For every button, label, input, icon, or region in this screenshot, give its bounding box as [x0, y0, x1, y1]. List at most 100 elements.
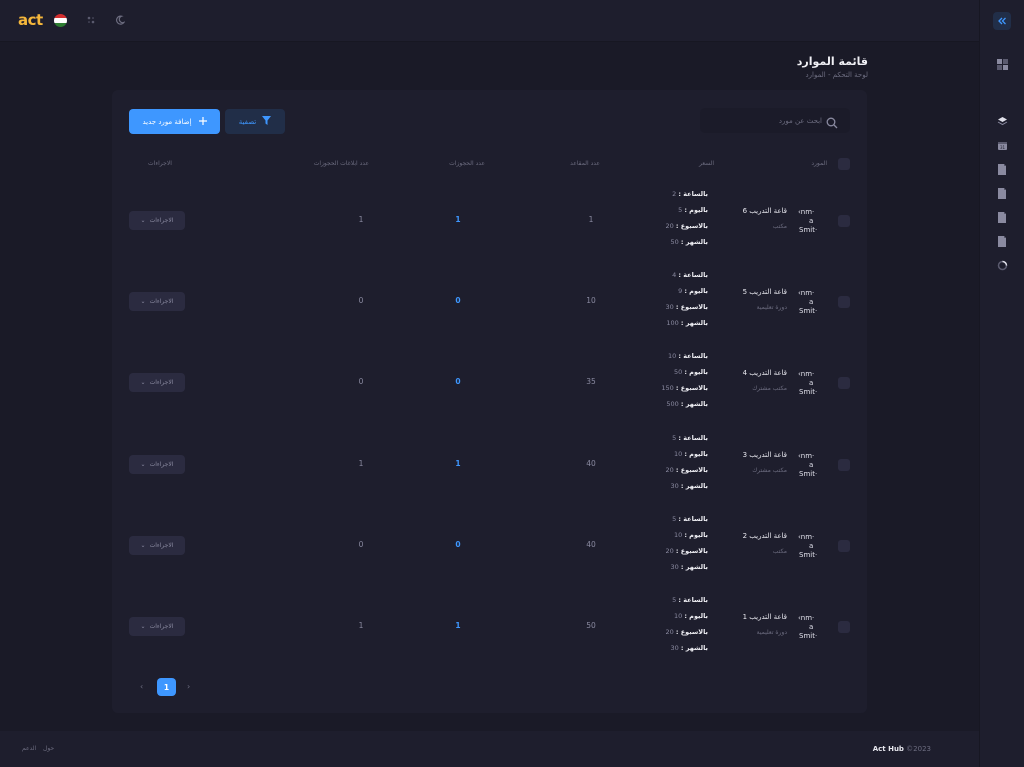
bookings-count[interactable]: 0	[448, 296, 468, 305]
sidebar: 31	[979, 0, 1024, 767]
footer-link-support[interactable]: الدعم	[22, 745, 36, 752]
table-row: ‹nm· a Smit· قاعة التدريب 4 مكتب مشترك بال…	[112, 342, 867, 423]
price-hour: بالساعة : 5	[672, 434, 708, 442]
filter-button[interactable]: تصفية	[225, 109, 285, 134]
column-header-resource[interactable]: المورد	[811, 160, 827, 167]
plus-icon	[198, 116, 207, 127]
bookings-count[interactable]: 1	[448, 621, 468, 630]
column-header-price[interactable]: السعر	[699, 160, 714, 167]
resource-name[interactable]: قاعة التدريب 1	[743, 613, 787, 621]
resource-name[interactable]: قاعة التدريب 3	[743, 451, 787, 459]
avatar: ‹nm· a Smit·	[798, 289, 818, 315]
breadcrumb-separator: -	[827, 71, 831, 79]
actions-dropdown-button[interactable]: الاجراءات ⌄	[129, 373, 185, 392]
resource-name[interactable]: قاعة التدريب 6	[743, 207, 787, 215]
add-resource-button[interactable]: إضافة مورد جديد	[129, 109, 220, 134]
dark-mode-icon[interactable]	[113, 13, 127, 27]
resource-name[interactable]: قاعة التدريب 4	[743, 369, 787, 377]
pagination-next[interactable]: ›	[187, 682, 190, 691]
resource-name[interactable]: قاعة التدريب 5	[743, 288, 787, 296]
actions-dropdown-button[interactable]: الاجراءات ⌄	[129, 536, 185, 555]
resources-card: إضافة مورد جديد تصفية المورد السعر عدد ا…	[112, 90, 867, 713]
bookings-count[interactable]: 1	[448, 215, 468, 224]
price-day: باليوم : 10	[673, 612, 708, 620]
avatar: ‹nm· a Smit·	[798, 452, 818, 478]
column-header-actions: الاجراءات	[148, 160, 172, 167]
row-checkbox[interactable]	[838, 377, 850, 389]
breadcrumb-home[interactable]: لوحة التحكم	[833, 71, 868, 79]
column-header-seats[interactable]: عدد المقاعد	[570, 160, 600, 167]
actions-dropdown-button[interactable]: الاجراءات ⌄	[129, 292, 185, 311]
column-header-booking-requests[interactable]: عدد ابلاغات الحجوزات	[314, 160, 369, 167]
resource-type: مكتب	[772, 223, 787, 230]
row-checkbox[interactable]	[838, 540, 850, 552]
actions-dropdown-button[interactable]: الاجراءات ⌄	[129, 211, 185, 230]
seats-count: 50	[586, 621, 596, 630]
seats-count: 10	[586, 296, 596, 305]
resource-type: دورة تعليمية	[756, 304, 787, 311]
bookings-count[interactable]: 0	[448, 540, 468, 549]
language-flag-icon[interactable]	[54, 14, 67, 27]
row-checkbox[interactable]	[838, 621, 850, 633]
requests-count: 1	[358, 621, 364, 630]
document-icon[interactable]	[995, 234, 1009, 248]
price-hour: بالساعة : 10	[668, 352, 708, 360]
calendar-icon[interactable]: 31	[995, 138, 1009, 152]
row-checkbox[interactable]	[838, 215, 850, 227]
seats-count: 35	[586, 377, 596, 386]
row-checkbox[interactable]	[838, 459, 850, 471]
footer-brand: Act Hub ©2023	[873, 745, 931, 753]
footer-link-about[interactable]: حول	[43, 745, 54, 752]
avatar: ‹nm· a Smit·	[798, 370, 818, 396]
price-week: بالاسبوع : 150	[661, 384, 708, 392]
avatar: ‹nm· a Smit·	[798, 208, 818, 234]
table-row: ‹nm· a Smit· قاعة التدريب 3 مكتب مشترك بال…	[112, 424, 867, 505]
document-icon[interactable]	[995, 186, 1009, 200]
price-week: بالاسبوع : 20	[665, 222, 708, 230]
pagination-page-1[interactable]: 1	[157, 678, 176, 696]
resource-type: مكتب مشترك	[752, 467, 787, 474]
price-week: بالاسبوع : 20	[665, 628, 708, 636]
avatar: ‹nm· a Smit·	[798, 533, 818, 559]
bookings-count[interactable]: 1	[448, 459, 468, 468]
bookings-count[interactable]: 0	[448, 377, 468, 386]
seats-count: 40	[586, 459, 596, 468]
dashboard-icon[interactable]	[995, 57, 1009, 71]
price-hour: بالساعة : 2	[672, 190, 708, 198]
price-month: بالشهر : 30	[670, 563, 709, 571]
add-resource-label: إضافة مورد جديد	[142, 117, 192, 126]
chevron-down-icon: ⌄	[140, 461, 146, 468]
pagination-prev[interactable]: ‹	[140, 682, 143, 691]
document-icon[interactable]	[995, 162, 1009, 176]
requests-count: 0	[358, 296, 364, 305]
select-all-checkbox[interactable]	[838, 158, 850, 170]
svg-text:31: 31	[999, 145, 1005, 150]
table-row: ‹nm· a Smit· قاعة التدريب 2 مكتب بالساعة :…	[112, 505, 867, 586]
document-icon[interactable]	[995, 210, 1009, 224]
resources-layers-icon[interactable]	[995, 114, 1009, 128]
sidebar-toggle-button[interactable]	[993, 12, 1011, 30]
price-hour: بالساعة : 4	[672, 271, 708, 279]
actions-dropdown-button[interactable]: الاجراءات ⌄	[129, 455, 185, 474]
resource-type: مكتب مشترك	[752, 385, 787, 392]
column-header-bookings[interactable]: عدد الحجوزات	[449, 160, 485, 167]
app-logo[interactable]: act	[18, 11, 43, 29]
price-hour: بالساعة : 5	[672, 515, 708, 523]
loading-icon[interactable]	[995, 258, 1009, 272]
filter-icon	[262, 116, 272, 127]
resource-name[interactable]: قاعة التدريب 2	[743, 532, 787, 540]
breadcrumb: لوحة التحكم - الموارد	[806, 71, 868, 79]
footer-brand-name[interactable]: Act Hub	[873, 745, 904, 753]
price-hour: بالساعة : 5	[672, 596, 708, 604]
footer: الدعم حول Act Hub ©2023	[0, 731, 979, 767]
actions-dropdown-button[interactable]: الاجراءات ⌄	[129, 617, 185, 636]
search-input[interactable]	[712, 113, 822, 128]
table-row: ‹nm· a Smit· قاعة التدريب 5 دورة تعليمية ب…	[112, 261, 867, 342]
price-week: بالاسبوع : 20	[665, 466, 708, 474]
chevron-down-icon: ⌄	[140, 298, 146, 305]
requests-count: 0	[358, 540, 364, 549]
apps-icon[interactable]	[84, 13, 98, 27]
seats-count: 1	[588, 215, 594, 224]
price-day: باليوم : 9	[678, 287, 708, 295]
row-checkbox[interactable]	[838, 296, 850, 308]
